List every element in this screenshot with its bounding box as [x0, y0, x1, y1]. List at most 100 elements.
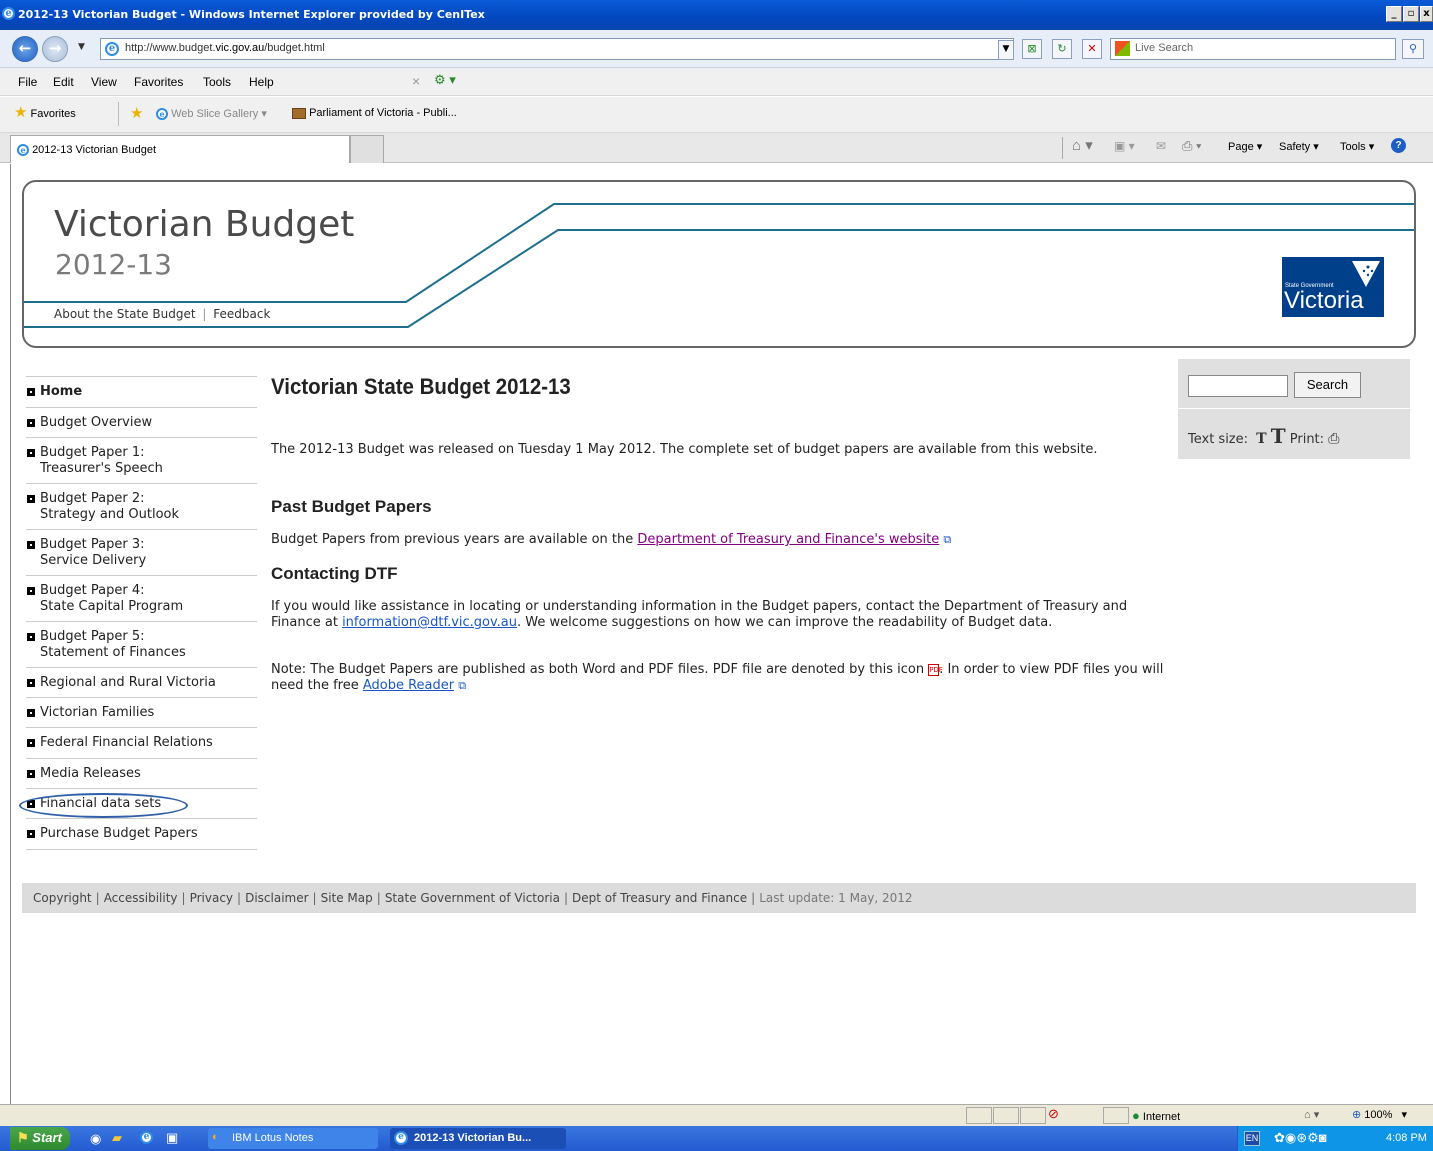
email-link[interactable]: information@dtf.vic.gov.au: [342, 615, 517, 630]
bullet-icon: [27, 633, 35, 641]
print-icon[interactable]: ⎙ ▾: [1182, 138, 1201, 154]
menu-favorites[interactable]: Favorites: [134, 75, 183, 89]
nav-label-line2: Statement of Finances: [40, 645, 186, 660]
nav-purchase-budget-papers[interactable]: Purchase Budget Papers: [26, 818, 257, 850]
tray-app-icons[interactable]: ✿◉⊛⚙◙: [1274, 1130, 1327, 1146]
help-icon[interactable]: ?: [1391, 138, 1406, 153]
menu-edit[interactable]: Edit: [53, 75, 74, 89]
home-icon[interactable]: ⌂ ▾: [1072, 136, 1093, 154]
popup-blocked-icon[interactable]: ⊘: [1048, 1106, 1074, 1125]
protected-mode-icon[interactable]: ⌂ ▾: [1304, 1108, 1319, 1121]
logo-emblem: [1352, 261, 1380, 287]
feeds-icon[interactable]: ▣ ▾: [1114, 139, 1135, 153]
footer-sep: |: [237, 891, 242, 905]
nav-budget-paper-1[interactable]: Budget Paper 1: Treasurer's Speech: [26, 437, 257, 484]
page-icon: e: [105, 42, 119, 56]
taskbar: ⚑ Start ◉ ▰ e ▣ ◐ IBM Lotus Notes e 2012…: [0, 1126, 1433, 1151]
page-menu[interactable]: Page ▾: [1228, 140, 1262, 153]
minimize-button[interactable]: _: [1386, 6, 1402, 22]
footer-link-state-government[interactable]: State Government of Victoria: [385, 891, 560, 905]
feedback-link[interactable]: Feedback: [213, 307, 270, 321]
safety-menu[interactable]: Safety ▾: [1279, 140, 1319, 153]
footer-link-accessibility[interactable]: Accessibility: [104, 891, 178, 905]
favorites-bar: ★ Favorites ★ e Web Slice Gallery ▾ Parl…: [0, 97, 1433, 133]
text-size-large-button[interactable]: T: [1271, 424, 1286, 448]
start-label: Start: [32, 1130, 62, 1145]
language-indicator[interactable]: EN: [1244, 1131, 1260, 1146]
quicklaunch-folder-icon[interactable]: ▰: [112, 1130, 122, 1146]
menu-tools[interactable]: Tools: [203, 75, 231, 89]
nav-budget-paper-2[interactable]: Budget Paper 2: Strategy and Outlook: [26, 483, 257, 530]
favorites-button[interactable]: ★ Favorites: [14, 103, 114, 125]
nav-home[interactable]: Home: [26, 376, 257, 407]
nav-budget-overview[interactable]: Budget Overview: [26, 407, 257, 438]
start-button[interactable]: ⚑ Start: [10, 1127, 70, 1150]
adobe-reader-link[interactable]: Adobe Reader: [363, 678, 454, 693]
quicklaunch-desktop-icon[interactable]: ▣: [166, 1130, 178, 1146]
address-input[interactable]: e http://www.budget.vic.gov.au/budget.ht…: [100, 38, 1014, 60]
about-state-budget-link[interactable]: About the State Budget: [54, 307, 196, 321]
parliament-link[interactable]: Parliament of Victoria - Publi...: [292, 107, 457, 119]
clock: 4:08 PM: [1386, 1132, 1427, 1144]
nav-regional-rural[interactable]: Regional and Rural Victoria: [26, 667, 257, 698]
nav-budget-paper-5[interactable]: Budget Paper 5: Statement of Finances: [26, 621, 257, 668]
tools-menu[interactable]: Tools ▾: [1340, 140, 1374, 153]
menu-view[interactable]: View: [91, 75, 117, 89]
ie-icon: e: [2, 7, 15, 20]
nav-victorian-families[interactable]: Victorian Families: [26, 697, 257, 728]
refresh-icon[interactable]: ↻: [1052, 39, 1072, 59]
search-icon[interactable]: ⚲: [1402, 39, 1424, 59]
text-size-small-button[interactable]: T: [1256, 431, 1266, 447]
page-title: Victorian State Budget 2012-13: [271, 374, 571, 399]
menu-help[interactable]: Help: [249, 75, 274, 89]
nav-label: Regional and Rural Victoria: [40, 675, 216, 690]
stop-icon[interactable]: ✕: [1082, 39, 1102, 59]
zoom-control[interactable]: ⊕ 100% ▾: [1352, 1108, 1407, 1121]
toolbar-addon-icon[interactable]: ⚙ ▾: [434, 72, 456, 88]
search-button[interactable]: Search: [1294, 372, 1361, 398]
dtf-website-link[interactable]: Department of Treasury and Finance's web…: [637, 532, 939, 547]
live-search-input[interactable]: Live Search: [1110, 38, 1396, 60]
nav-federal-financial[interactable]: Federal Financial Relations: [26, 727, 257, 758]
logo-big-text: Victoria: [1284, 287, 1364, 314]
nav-budget-paper-3[interactable]: Budget Paper 3: Service Delivery: [26, 529, 257, 576]
site-search-input[interactable]: [1188, 375, 1288, 397]
history-dropdown-icon[interactable]: ▼: [78, 42, 85, 52]
task-lotus-notes[interactable]: ◐ IBM Lotus Notes: [208, 1128, 378, 1149]
quicklaunch-browser-icon[interactable]: ◉: [90, 1131, 101, 1147]
nav-label: Budget Paper 4:: [40, 583, 145, 598]
maximize-button[interactable]: ▫: [1403, 6, 1419, 22]
nav-label-line2: Treasurer's Speech: [40, 461, 163, 476]
footer-link-privacy[interactable]: Privacy: [190, 891, 233, 905]
address-dropdown-icon[interactable]: ▼: [998, 40, 1014, 60]
footer-link-site-map[interactable]: Site Map: [321, 891, 373, 905]
status-panel: [1103, 1107, 1129, 1124]
quicklaunch-ie-icon[interactable]: e: [140, 1130, 153, 1144]
task-victorian-budget[interactable]: e 2012-13 Victorian Bu...: [390, 1128, 566, 1149]
back-button[interactable]: ←: [12, 36, 38, 62]
forward-button[interactable]: →: [42, 36, 68, 62]
external-link-icon: ⧉: [943, 533, 952, 546]
footer-link-copyright[interactable]: Copyright: [33, 891, 92, 905]
web-slice-gallery-link[interactable]: e Web Slice Gallery ▾: [156, 107, 267, 120]
tab-budget[interactable]: e 2012-13 Victorian Budget: [10, 135, 350, 163]
footer-link-dtf[interactable]: Dept of Treasury and Finance: [572, 891, 747, 905]
bullet-icon: [27, 419, 35, 427]
close-button[interactable]: x: [1420, 6, 1433, 22]
mail-icon[interactable]: ✉: [1156, 139, 1166, 153]
divider: [1062, 137, 1063, 159]
status-bar: ⊘ ● Internet ⌂ ▾ ⊕ 100% ▾: [0, 1104, 1433, 1126]
nav-budget-paper-4[interactable]: Budget Paper 4: State Capital Program: [26, 575, 257, 622]
zoom-icon: ⊕: [1352, 1109, 1362, 1121]
nav-media-releases[interactable]: Media Releases: [26, 758, 257, 789]
footer-link-disclaimer[interactable]: Disclaimer: [245, 891, 308, 905]
text-size-controls: Text size: T T Print: ⎙: [1188, 424, 1339, 448]
new-tab-button[interactable]: [350, 135, 384, 163]
close-toolbar-icon[interactable]: ×: [412, 73, 420, 89]
compatibility-view-icon[interactable]: ⊠: [1022, 39, 1042, 59]
print-icon[interactable]: ⎙: [1328, 431, 1339, 447]
menu-file[interactable]: File: [18, 75, 37, 89]
add-favorite-icon[interactable]: ★: [130, 104, 143, 122]
past-budget-paragraph: Budget Papers from previous years are av…: [271, 532, 1171, 548]
footer: Copyright | Accessibility | Privacy | Disclaim…: [22, 883, 1416, 913]
